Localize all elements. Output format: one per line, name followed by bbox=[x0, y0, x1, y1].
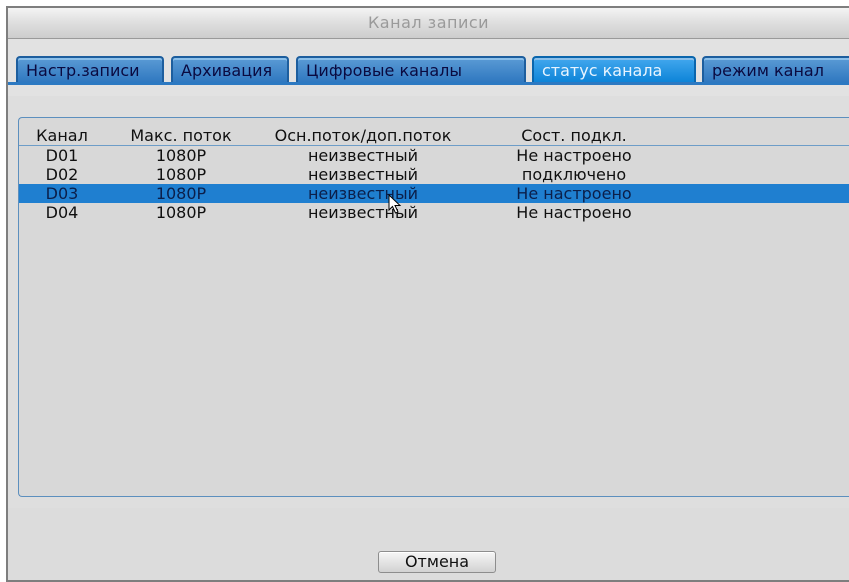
cancel-button[interactable]: Отмена bbox=[378, 551, 496, 573]
column-header-max-stream: Макс. поток bbox=[130, 126, 232, 145]
tab-channel-status[interactable]: статус канала bbox=[532, 56, 696, 82]
cell-channel: D01 bbox=[45, 146, 79, 165]
table-row[interactable]: D02 1080P неизвестный подключено bbox=[19, 165, 849, 184]
table-row[interactable]: D01 1080P неизвестный Не настроено bbox=[19, 146, 849, 165]
cell-main-sub-stream: неизвестный bbox=[307, 203, 419, 222]
tab-channel-mode[interactable]: режим канал bbox=[702, 56, 849, 82]
cell-connection-state: Не настроено bbox=[516, 184, 632, 203]
column-header-connection-state: Сост. подкл. bbox=[521, 126, 627, 145]
column-header-main-sub-stream: Осн.поток/доп.поток bbox=[274, 126, 452, 145]
cell-main-sub-stream: неизвестный bbox=[307, 146, 419, 165]
tab-digital-channels[interactable]: Цифровые каналы bbox=[296, 56, 526, 82]
cell-max-stream: 1080P bbox=[155, 184, 207, 203]
window-title: Канал записи bbox=[8, 8, 849, 39]
cell-channel: D03 bbox=[45, 184, 79, 203]
table-row[interactable]: D04 1080P неизвестный Не настроено bbox=[19, 203, 849, 222]
dialog-footer: Отмена bbox=[8, 508, 849, 580]
tab-record-settings[interactable]: Настр.записи bbox=[16, 56, 164, 82]
column-header-channel: Канал bbox=[36, 126, 88, 145]
cell-channel: D02 bbox=[45, 165, 79, 184]
cell-max-stream: 1080P bbox=[155, 203, 207, 222]
cell-max-stream: 1080P bbox=[155, 146, 207, 165]
cell-connection-state: Не настроено bbox=[516, 146, 632, 165]
table-row-selected[interactable]: D03 1080P неизвестный Не настроено bbox=[19, 184, 849, 203]
cell-max-stream: 1080P bbox=[155, 165, 207, 184]
tab-bar: Настр.записи Архивация Цифровые каналы с… bbox=[8, 39, 849, 96]
cell-channel: D04 bbox=[45, 203, 79, 222]
cell-connection-state: подключено bbox=[521, 165, 627, 184]
tab-underline bbox=[8, 82, 849, 85]
tab-archiving[interactable]: Архивация bbox=[171, 56, 289, 82]
cell-main-sub-stream: неизвестный bbox=[307, 165, 419, 184]
cell-connection-state: Не настроено bbox=[516, 203, 632, 222]
channel-status-table: Канал Макс. поток Осн.поток/доп.поток Со… bbox=[18, 117, 849, 497]
record-channel-window: Канал записи Настр.записи Архивация Цифр… bbox=[6, 6, 849, 582]
cell-main-sub-stream: неизвестный bbox=[307, 184, 419, 203]
table-header: Канал Макс. поток Осн.поток/доп.поток Со… bbox=[19, 126, 849, 146]
